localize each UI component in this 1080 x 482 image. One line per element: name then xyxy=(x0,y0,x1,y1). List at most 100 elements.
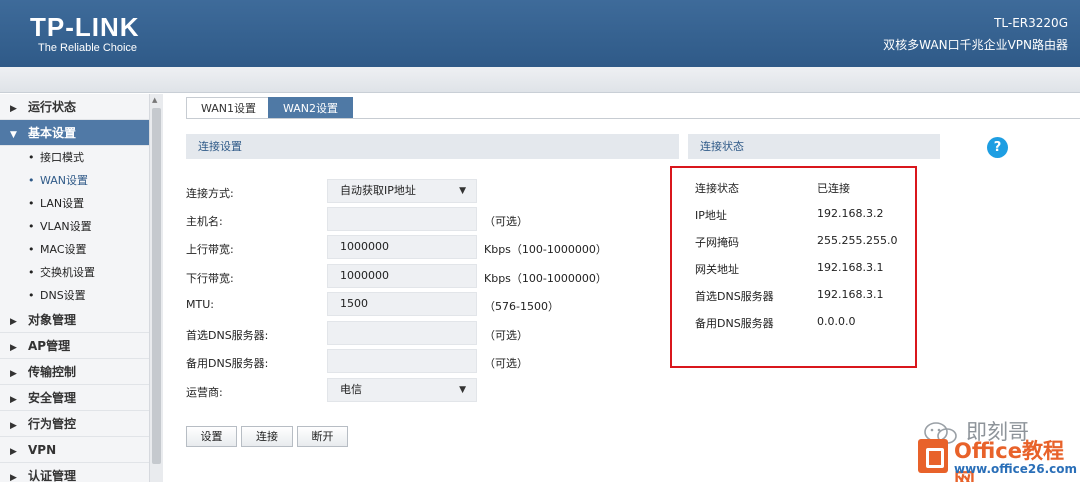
mtu-hint: （576-1500） xyxy=(484,300,559,313)
help-icon[interactable]: ? xyxy=(987,137,1008,158)
chevron-right-icon: ▶ xyxy=(10,104,17,114)
primary-dns-label: 首选DNS服务器: xyxy=(186,329,269,342)
sidebar-item-interface-mode[interactable]: • 接口模式 xyxy=(0,146,149,169)
isp-select[interactable]: 电信 ▼ xyxy=(327,378,477,402)
downstream-bandwidth-label: 下行带宽: xyxy=(186,272,234,285)
sub-header-bar xyxy=(0,67,1080,93)
sidebar-group-label: VPN xyxy=(28,443,57,457)
chevron-right-icon: ▶ xyxy=(10,343,17,353)
sidebar-item-label: LAN设置 xyxy=(40,197,85,210)
sidebar-group-vpn[interactable]: ▶ VPN xyxy=(0,437,149,463)
chevron-right-icon: ▶ xyxy=(10,447,17,457)
hostname-hint: （可选） xyxy=(484,215,528,228)
chevron-down-icon: ▼ xyxy=(10,130,17,140)
chevron-right-icon: ▶ xyxy=(10,395,17,405)
brand-url: www.office26.com xyxy=(954,462,1078,476)
logo-text: TP-LINK xyxy=(30,12,140,42)
bullet-icon: • xyxy=(28,174,35,187)
sidebar-group-transfer[interactable]: ▶ 传输控制 xyxy=(0,359,149,385)
connection-type-select[interactable]: 自动获取IP地址 ▼ xyxy=(327,179,477,203)
connection-type-label: 连接方式: xyxy=(186,187,234,200)
sidebar-item-label: 接口模式 xyxy=(40,151,84,164)
sidebar-group-label: 传输控制 xyxy=(28,365,77,379)
connect-button[interactable]: 连接 xyxy=(241,426,293,447)
select-value: 自动获取IP地址 xyxy=(340,184,416,197)
sidebar-group-objects[interactable]: ▶ 对象管理 xyxy=(0,307,149,333)
mtu-label: MTU: xyxy=(186,298,214,311)
sidebar-group-auth[interactable]: ▶ 认证管理 xyxy=(0,463,149,482)
brand-watermark: Office教程网 www.office26.com xyxy=(918,435,1080,482)
apply-button[interactable]: 设置 xyxy=(186,426,237,447)
sidebar-group-label: 行为管控 xyxy=(28,417,77,431)
secondary-dns-status-label: 备用DNS服务器 xyxy=(695,317,774,330)
sidebar-menu: ▶ 运行状态 ▼ 基本设置 • 接口模式 • WAN设置 • LAN设置 • VLAN设置 … xyxy=(0,94,150,482)
office-logo-icon xyxy=(918,439,948,473)
sidebar-item-wan[interactable]: • WAN设置 xyxy=(0,169,149,192)
status-label: 连接状态 xyxy=(695,182,739,195)
bullet-icon: • xyxy=(28,289,35,302)
connection-status-header: 连接状态 xyxy=(688,134,940,159)
bullet-icon: • xyxy=(28,243,35,256)
select-value: 电信 xyxy=(340,383,362,396)
chevron-right-icon: ▶ xyxy=(10,473,17,482)
dropdown-arrow-icon: ▼ xyxy=(459,385,466,395)
sidebar-group-label: 基本设置 xyxy=(28,126,77,140)
tp-link-logo: TP-LINK The Reliable Choice xyxy=(30,14,140,54)
sidebar-item-switch[interactable]: • 交换机设置 xyxy=(0,261,149,284)
primary-dns-status-value: 192.168.3.1 xyxy=(817,288,884,301)
sidebar-item-label: WAN设置 xyxy=(40,174,89,187)
primary-dns-input[interactable] xyxy=(327,321,477,345)
isp-label: 运营商: xyxy=(186,386,223,399)
sidebar-item-mac[interactable]: • MAC设置 xyxy=(0,238,149,261)
bullet-icon: • xyxy=(28,220,35,233)
sidebar-item-label: VLAN设置 xyxy=(40,220,92,233)
tab-wan2[interactable]: WAN2设置 xyxy=(268,97,354,119)
sidebar-item-dns[interactable]: • DNS设置 xyxy=(0,284,149,307)
sidebar-item-lan[interactable]: • LAN设置 xyxy=(0,192,149,215)
upstream-bandwidth-hint: Kbps（100-1000000） xyxy=(484,243,607,256)
sidebar-group-behavior[interactable]: ▶ 行为管控 xyxy=(0,411,149,437)
tab-divider xyxy=(186,118,1080,119)
sidebar-group-label: AP管理 xyxy=(28,339,71,353)
scrollbar-thumb[interactable] xyxy=(152,108,161,464)
sidebar-item-label: DNS设置 xyxy=(40,289,86,302)
sidebar-item-vlan[interactable]: • VLAN设置 xyxy=(0,215,149,238)
dropdown-arrow-icon: ▼ xyxy=(459,186,466,196)
sidebar-group-security[interactable]: ▶ 安全管理 xyxy=(0,385,149,411)
mtu-input[interactable]: 1500 xyxy=(327,292,477,316)
hostname-label: 主机名: xyxy=(186,215,223,228)
logo-tagline: The Reliable Choice xyxy=(38,42,138,54)
primary-dns-hint: （可选） xyxy=(484,329,528,342)
sidebar-item-label: MAC设置 xyxy=(40,243,87,256)
gateway-value: 192.168.3.1 xyxy=(817,261,884,274)
product-name: 双核多WAN口千兆企业VPN路由器 xyxy=(883,38,1068,52)
downstream-bandwidth-hint: Kbps（100-1000000） xyxy=(484,272,607,285)
bullet-icon: • xyxy=(28,197,35,210)
scroll-up-icon[interactable]: ▲ xyxy=(152,96,157,104)
upstream-bandwidth-label: 上行带宽: xyxy=(186,243,234,256)
tab-wan1[interactable]: WAN1设置 xyxy=(186,97,272,119)
secondary-dns-input[interactable] xyxy=(327,349,477,373)
secondary-dns-label: 备用DNS服务器: xyxy=(186,357,269,370)
hostname-input[interactable] xyxy=(327,207,477,231)
bullet-icon: • xyxy=(28,151,35,164)
upstream-bandwidth-input[interactable]: 1000000 xyxy=(327,235,477,259)
downstream-bandwidth-input[interactable]: 1000000 xyxy=(327,264,477,288)
sidebar-group-ap[interactable]: ▶ AP管理 xyxy=(0,333,149,359)
disconnect-button[interactable]: 断开 xyxy=(297,426,348,447)
sidebar-group-status[interactable]: ▶ 运行状态 xyxy=(0,94,149,120)
sidebar-group-basic[interactable]: ▼ 基本设置 xyxy=(0,120,149,146)
app-header: TP-LINK The Reliable Choice TL-ER3220G 双… xyxy=(0,0,1080,67)
secondary-dns-status-value: 0.0.0.0 xyxy=(817,315,856,328)
primary-dns-status-label: 首选DNS服务器 xyxy=(695,290,774,303)
chevron-right-icon: ▶ xyxy=(10,369,17,379)
chevron-right-icon: ▶ xyxy=(10,421,17,431)
sidebar-scrollbar[interactable]: ▲ xyxy=(150,94,163,482)
subnet-value: 255.255.255.0 xyxy=(817,234,898,247)
secondary-dns-hint: （可选） xyxy=(484,357,528,370)
subnet-label: 子网掩码 xyxy=(695,236,739,249)
chevron-right-icon: ▶ xyxy=(10,317,17,327)
sidebar-group-label: 认证管理 xyxy=(28,469,77,482)
connection-settings-header: 连接设置 xyxy=(186,134,679,159)
gateway-label: 网关地址 xyxy=(695,263,739,276)
